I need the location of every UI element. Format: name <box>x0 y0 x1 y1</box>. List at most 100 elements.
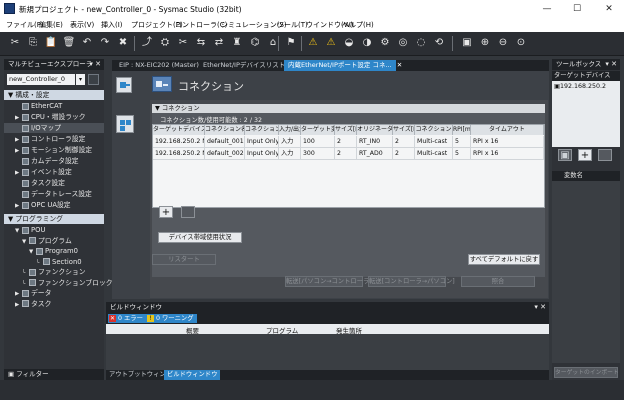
expand-right-icon[interactable]: ▶ <box>15 300 22 310</box>
warnings-filter[interactable]: ! 0 ワーニング <box>146 314 197 323</box>
table-cell[interactable]: Multi-cast <box>415 148 453 159</box>
build-window-pin-icon[interactable]: ▾ ✕ <box>534 302 546 313</box>
undo-icon[interactable]: ↶ <box>80 36 94 50</box>
expand-right-icon[interactable]: ▶ <box>15 201 22 211</box>
zoom-out-icon[interactable]: ⊖ <box>496 36 510 50</box>
connection-side-icon[interactable] <box>116 115 134 133</box>
toolbox-edit-icon[interactable]: ▣ <box>558 149 572 161</box>
config-tree-item[interactable]: ▶ コントローラ設定 <box>4 134 104 144</box>
program-tree-item[interactable]: └ Section0 <box>4 257 104 267</box>
program-tree-item[interactable]: └ ファンクションブロック <box>4 278 113 288</box>
paste-icon[interactable]: 📋 <box>44 36 58 50</box>
expand-down-icon[interactable]: ▼ <box>22 237 29 247</box>
circle-icon[interactable]: ◌ <box>414 36 428 50</box>
toolbox-pin-icon[interactable]: ▾ ✕ <box>605 59 617 70</box>
table-cell[interactable]: 192.168.250.2 NX-EIC202 <box>153 136 205 147</box>
tree-branch-icon[interactable]: └ <box>36 258 43 268</box>
column-header[interactable]: RPI[ms] <box>453 125 471 135</box>
table-cell[interactable]: RPI x 16 <box>471 136 544 147</box>
minimize-button[interactable]: — <box>532 0 562 18</box>
close-doc-icon[interactable]: ✖ <box>116 36 130 50</box>
menu-tools[interactable]: ツール(T) <box>277 20 308 30</box>
table-cell[interactable]: 2 <box>335 136 357 147</box>
reset-defaults-button[interactable]: すべてデフォルトに戻す <box>468 254 540 265</box>
table-cell[interactable]: Input Only <box>245 148 279 159</box>
cut-tool-icon[interactable]: ✂ <box>176 36 190 50</box>
config-tree-item[interactable]: ▶ CPU・増設ラック <box>4 112 104 122</box>
column-header[interactable]: タイムアウト <box>471 125 544 135</box>
table-cell[interactable]: default_002 <box>205 148 245 159</box>
config-tree-item[interactable]: カムデータ設定 <box>4 156 104 166</box>
redo-icon[interactable]: ↷ <box>98 36 112 50</box>
connection-group-header[interactable]: ▼ コネクション <box>152 104 545 113</box>
tree-branch-icon[interactable]: └ <box>22 268 29 278</box>
table-cell[interactable]: 入力 <box>279 148 301 159</box>
menu-controller[interactable]: コントローラ(C) <box>175 20 227 30</box>
gear-icon[interactable]: ⚙ <box>378 36 392 50</box>
offline-icon[interactable]: ◑ <box>360 36 374 50</box>
table-cell[interactable]: Input Only <box>245 136 279 147</box>
table-cell[interactable]: Multi-cast <box>415 136 453 147</box>
menu-file[interactable]: ファイル(F) <box>6 20 44 30</box>
table-cell[interactable]: 300 <box>301 148 335 159</box>
table-cell[interactable]: 2 <box>335 148 357 159</box>
tab-device-list[interactable]: EtherNet/IPデバイスリスト <box>199 60 289 71</box>
swap-icon[interactable]: ⇆ <box>194 36 208 50</box>
section-programming[interactable]: ▼ プログラミング <box>4 214 104 224</box>
config-tree-item[interactable]: ▶ OPC UA設定 <box>4 200 104 210</box>
config-tree-item[interactable]: ▶ モーション制御設定 <box>4 145 104 155</box>
table-cell[interactable]: RT_IN0 <box>357 136 393 147</box>
program-tree-item[interactable]: └ ファンクション <box>4 267 104 277</box>
binoculars-icon[interactable]: ♜ <box>230 36 244 50</box>
column-header[interactable]: サイズ[Byte] <box>335 125 357 135</box>
column-header[interactable]: オリジネータ変数 <box>357 125 393 135</box>
jump-icon[interactable]: ⤴ <box>140 36 154 50</box>
table-cell[interactable]: default_001 <box>205 136 245 147</box>
program-tree-item[interactable]: ▼ POU <box>4 225 104 235</box>
menu-help[interactable]: ヘルプ(H) <box>342 20 374 30</box>
config-tree-item[interactable]: EtherCAT <box>4 101 104 111</box>
table-cell[interactable]: 2 <box>393 148 415 159</box>
cut-icon[interactable]: ✂ <box>8 36 22 50</box>
delete-connection-button[interactable] <box>181 206 195 218</box>
table-cell[interactable]: 2 <box>393 136 415 147</box>
column-header[interactable]: コネクション <box>415 125 453 135</box>
controller-status-icon[interactable] <box>88 74 99 85</box>
config-tree-item[interactable]: ▶ イベント設定 <box>4 167 104 177</box>
zoom-fit-icon[interactable]: ⊙ <box>514 36 528 50</box>
table-cell[interactable]: 入力 <box>279 136 301 147</box>
column-header[interactable]: コネクション名 <box>205 125 245 135</box>
zoom-in-icon[interactable]: ⊕ <box>478 36 492 50</box>
connection-nav-icon[interactable] <box>116 77 132 93</box>
expand-right-icon[interactable]: ▶ <box>15 113 22 123</box>
section-config[interactable]: ▼ 構成・設定 <box>4 90 104 100</box>
refresh-icon[interactable]: ⟲ <box>432 36 446 50</box>
restart-button[interactable]: リスタート <box>152 254 216 265</box>
config-tree-item[interactable]: データトレース設定 <box>4 189 104 199</box>
layout-icon[interactable]: ▣ <box>460 36 474 50</box>
column-header[interactable]: サイズ[Byte] <box>393 125 415 135</box>
table-cell[interactable]: 5 <box>453 136 471 147</box>
compare-button[interactable]: 照合 <box>461 276 535 287</box>
program-tree-item[interactable]: ▼ Program0 <box>4 246 104 256</box>
import-target-button[interactable]: ターゲットのインポート <box>554 367 619 378</box>
table-row[interactable]: 192.168.250.2 NX-EIC202default_002Input … <box>153 148 544 159</box>
menu-insert[interactable]: 挿入(I) <box>101 20 123 30</box>
table-cell[interactable]: RT_AD0 <box>357 148 393 159</box>
delete-icon[interactable]: 🗑 <box>62 36 76 50</box>
exchange-icon[interactable]: ⇄ <box>212 36 226 50</box>
tab-close-icon[interactable]: ✕ <box>397 61 402 69</box>
explorer-pin-icon[interactable]: ▾ ✕ <box>89 59 101 70</box>
table-cell[interactable]: 100 <box>301 136 335 147</box>
copy-icon[interactable]: ⎘ <box>26 36 40 50</box>
column-header[interactable]: 入力/出力 <box>279 125 301 135</box>
warning-icon[interactable]: ⚠ <box>306 36 320 50</box>
filter-bar[interactable]: ▣ フィルター <box>4 369 104 380</box>
menu-edit[interactable]: 編集(E) <box>39 20 63 30</box>
online-icon[interactable]: ◒ <box>342 36 356 50</box>
errors-filter[interactable]: ✕ 0 エラー <box>108 314 146 323</box>
tab-eip-master[interactable]: EIP : NX-EIC202 (Master) <box>115 60 203 71</box>
chevron-down-icon[interactable]: ▾ <box>76 74 85 85</box>
target-icon[interactable]: ◎ <box>396 36 410 50</box>
program-tree-item[interactable]: ▶ タスク <box>4 299 104 309</box>
